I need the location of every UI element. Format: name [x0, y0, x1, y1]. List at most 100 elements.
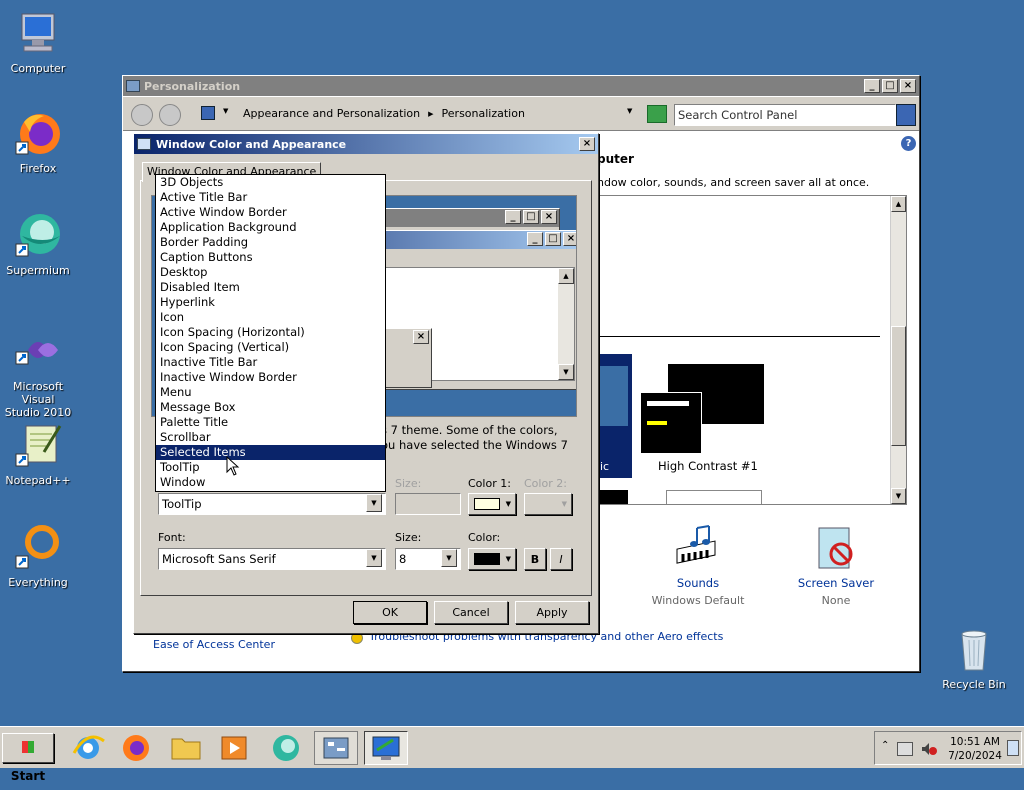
- theme-divider: [598, 336, 880, 337]
- color1-picker[interactable]: ▼: [468, 493, 516, 515]
- chevron-down-icon[interactable]: ▼: [223, 107, 228, 115]
- theme-thumbnail[interactable]: ic: [598, 354, 632, 478]
- apply-button[interactable]: Apply: [515, 601, 589, 624]
- breadcrumb-item[interactable]: Personalization: [442, 107, 525, 121]
- screensaver-item[interactable]: Screen Saver None: [781, 524, 891, 607]
- item-size-stepper[interactable]: [395, 493, 461, 515]
- list-item[interactable]: Icon Spacing (Horizontal): [156, 325, 385, 340]
- vertical-scrollbar[interactable]: ▲ ▼: [890, 196, 906, 504]
- list-item[interactable]: Disabled Item: [156, 280, 385, 295]
- search-icon[interactable]: [896, 104, 916, 126]
- forward-button[interactable]: [159, 104, 181, 126]
- color2-picker[interactable]: ▼: [524, 493, 572, 515]
- refresh-button[interactable]: [647, 105, 667, 123]
- list-item[interactable]: Border Padding: [156, 235, 385, 250]
- ease-of-access-link[interactable]: Ease of Access Center: [153, 638, 275, 651]
- network-icon[interactable]: [897, 742, 913, 756]
- chevron-down-icon[interactable]: ▼: [366, 549, 382, 567]
- address-dropdown-icon[interactable]: ▼: [627, 107, 632, 115]
- list-item[interactable]: 3D Objects: [156, 175, 385, 190]
- help-icon[interactable]: ?: [901, 136, 916, 151]
- volume-muted-icon[interactable]: [921, 742, 937, 756]
- list-item[interactable]: Active Title Bar: [156, 190, 385, 205]
- desktop-icon-notepadpp[interactable]: Notepad++: [4, 422, 72, 487]
- list-item[interactable]: Application Background: [156, 220, 385, 235]
- desktop-icon-everything[interactable]: Everything: [4, 524, 72, 589]
- close-button[interactable]: ×: [900, 79, 916, 93]
- list-item[interactable]: ToolTip: [156, 460, 385, 475]
- tray-expand-icon[interactable]: ⌃: [881, 740, 889, 751]
- chevron-down-icon[interactable]: ▼: [441, 549, 457, 567]
- list-item[interactable]: Icon: [156, 310, 385, 325]
- clock[interactable]: 10:51 AM 7/20/2024: [947, 735, 1003, 763]
- list-item[interactable]: Hyperlink: [156, 295, 385, 310]
- dialog-title: Window Color and Appearance: [156, 137, 347, 151]
- scroll-down-button[interactable]: ▼: [891, 488, 906, 504]
- control-panel-icon: [126, 80, 140, 92]
- desktop-icon-supermium[interactable]: Supermium: [4, 212, 72, 277]
- scroll-up-button[interactable]: ▲: [891, 196, 906, 212]
- ok-button[interactable]: OK: [353, 601, 427, 624]
- list-item[interactable]: Icon Spacing (Vertical): [156, 340, 385, 355]
- info-text-line: ou have selected the Windows 7: [381, 438, 568, 452]
- chevron-down-icon: ▼: [505, 500, 511, 508]
- dialog-titlebar[interactable]: Window Color and Appearance ×: [134, 134, 598, 154]
- cancel-button[interactable]: Cancel: [434, 601, 508, 624]
- start-button[interactable]: Start: [2, 733, 54, 783]
- theme-thumbnail[interactable]: [666, 490, 762, 504]
- desktop-icon-visual-studio[interactable]: Microsoft Visual Studio 2010: [4, 328, 72, 419]
- taskbar-app-media-player[interactable]: [212, 731, 256, 765]
- taskbar-app-control-panel[interactable]: [314, 731, 358, 765]
- list-item[interactable]: Desktop: [156, 265, 385, 280]
- desktop-icon-firefox[interactable]: Firefox: [4, 110, 72, 175]
- page-heading: puter: [597, 152, 634, 166]
- preview-scroll-down-icon: ▼: [558, 364, 574, 380]
- list-item[interactable]: Window: [156, 475, 385, 490]
- minimize-button[interactable]: _: [864, 79, 880, 93]
- address-icon: [201, 106, 215, 120]
- list-item-selected[interactable]: Selected Items: [156, 445, 385, 460]
- firefox-icon: [123, 735, 149, 761]
- list-item[interactable]: Message Box: [156, 400, 385, 415]
- theme-thumbnail[interactable]: [598, 490, 628, 504]
- taskbar-app-supermium[interactable]: [264, 731, 308, 765]
- list-item[interactable]: Scrollbar: [156, 430, 385, 445]
- font-color-picker[interactable]: ▼: [468, 548, 516, 570]
- desktop-icon-computer[interactable]: Computer: [4, 10, 72, 75]
- taskbar-app-firefox[interactable]: [114, 731, 158, 765]
- back-button[interactable]: [131, 104, 153, 126]
- screensaver-value: None: [821, 594, 851, 607]
- breadcrumb-item[interactable]: Appearance and Personalization: [243, 107, 420, 121]
- supermium-icon: [14, 212, 62, 260]
- list-item[interactable]: Caption Buttons: [156, 250, 385, 265]
- sounds-item[interactable]: Sounds Windows Default: [643, 524, 753, 607]
- bold-button[interactable]: B: [524, 548, 546, 570]
- item-dropdown[interactable]: ToolTip: [158, 493, 386, 515]
- chevron-right-icon[interactable]: ▶: [428, 107, 433, 121]
- list-item[interactable]: Inactive Window Border: [156, 370, 385, 385]
- font-dropdown[interactable]: Microsoft Sans Serif: [158, 548, 386, 570]
- italic-button[interactable]: I: [550, 548, 572, 570]
- list-item[interactable]: Palette Title: [156, 415, 385, 430]
- list-item[interactable]: Active Window Border: [156, 205, 385, 220]
- desktop-icon-recycle-bin[interactable]: Recycle Bin: [940, 626, 1008, 691]
- taskbar-app-explorer[interactable]: [164, 731, 208, 765]
- maximize-button[interactable]: □: [882, 79, 898, 93]
- show-desktop-icon[interactable]: [1007, 740, 1019, 756]
- chevron-down-icon[interactable]: ▼: [366, 494, 382, 512]
- color2-label: Color 2:: [524, 477, 567, 490]
- firefox-icon: [14, 110, 62, 158]
- list-item[interactable]: Inactive Title Bar: [156, 355, 385, 370]
- search-input[interactable]: Search Control Panel: [674, 104, 896, 126]
- dialog-close-button[interactable]: ×: [579, 137, 595, 151]
- taskbar-app-personalization[interactable]: [364, 731, 408, 765]
- desktop-icon-label: Firefox: [19, 162, 57, 175]
- list-item[interactable]: Menu: [156, 385, 385, 400]
- item-dropdown-list[interactable]: 3D Objects Active Title Bar Active Windo…: [155, 174, 386, 492]
- preview-maximize-icon: □: [545, 232, 561, 246]
- scroll-thumb[interactable]: [891, 326, 906, 446]
- theme-high-contrast[interactable]: High Contrast #1: [638, 364, 768, 473]
- font-label: Font:: [158, 531, 186, 544]
- taskbar-app-internet-explorer[interactable]: [66, 731, 110, 765]
- personalization-titlebar[interactable]: Personalization _ □ ×: [123, 76, 919, 96]
